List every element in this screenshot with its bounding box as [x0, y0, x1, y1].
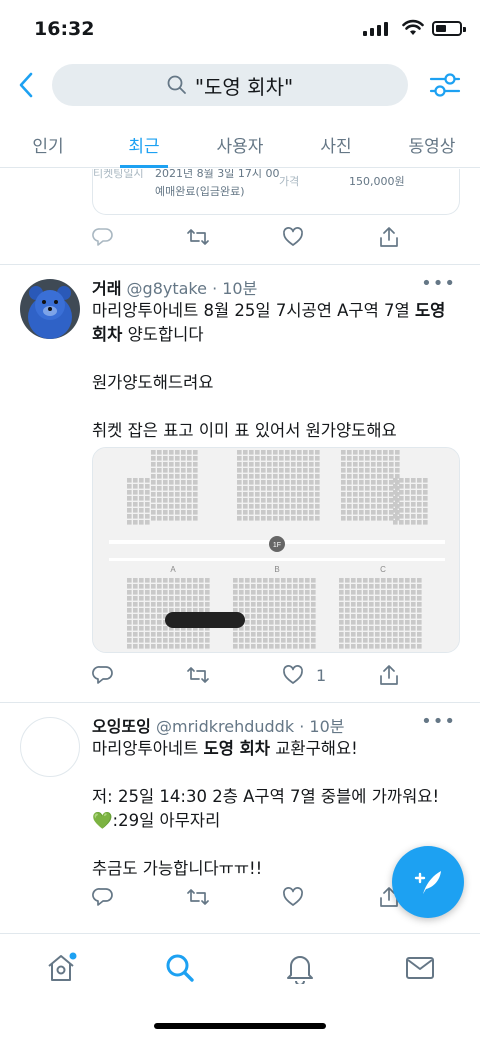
reply-icon	[92, 888, 113, 906]
bottom-tab-bar	[0, 933, 480, 1039]
tab-top[interactable]: 인기	[0, 118, 96, 167]
tweet-feed: 티켓팅일시 2021년 8월 3일 17시 00 예매완료(입금완료) 가격 1…	[0, 169, 480, 933]
heart-icon	[283, 887, 303, 906]
user-name[interactable]: 오잉또잉	[92, 717, 151, 736]
nav-messages[interactable]	[400, 948, 440, 988]
nav-notifications[interactable]	[280, 948, 320, 988]
tweet-time: 10분	[222, 279, 258, 298]
like-button[interactable]	[282, 223, 304, 251]
tab-latest[interactable]: 최근	[96, 118, 192, 168]
section-label-b: B	[274, 565, 279, 574]
user-name[interactable]: 거래	[92, 279, 121, 298]
more-options-icon[interactable]: •••	[421, 273, 456, 294]
tweet-actions: 1	[92, 661, 412, 689]
share-button[interactable]	[378, 661, 400, 689]
tweet-text-line	[92, 395, 464, 419]
status-bar: 16:32	[0, 0, 480, 58]
reply-button[interactable]	[92, 883, 114, 911]
tweet-card[interactable]: 거래 @g8ytake · 10분 ••• 마리앙투아네트 8월 25일 7시공…	[0, 265, 480, 702]
section-label-c: C	[380, 565, 386, 574]
ticket-info-card[interactable]: 티켓팅일시 2021년 8월 3일 17시 00 예매완료(입금완료) 가격 1…	[92, 169, 460, 215]
tweet-text-line: 취켓 잡은 표고 이미 표 있어서 원가양도해요	[92, 421, 397, 440]
search-header: "도영 회차"	[0, 58, 480, 114]
tweet-header: 오잉또잉 @mridkrehduddk · 10분	[92, 717, 345, 736]
chevron-left-icon	[19, 72, 33, 98]
home-icon	[48, 952, 77, 981]
reply-icon	[92, 228, 113, 246]
cellular-signal-icon	[363, 22, 388, 36]
search-tabs: 인기 최근 사용자 사진 동영상	[0, 118, 480, 168]
reply-button[interactable]	[92, 661, 114, 689]
tweet-text: 마리앙투아네트 8월 25일 7시공연 A구역 7열 도영회차 양도합니다원가양…	[92, 299, 464, 443]
like-button[interactable]	[282, 883, 304, 911]
tweet-actions	[92, 883, 412, 911]
tweet-text-line	[92, 347, 464, 371]
nav-search[interactable]	[160, 948, 200, 988]
user-handle: @mridkrehduddk	[155, 717, 295, 736]
seating-chart: 1F A B C	[93, 448, 459, 652]
retweet-button[interactable]	[186, 883, 210, 911]
tweet-actions	[92, 223, 412, 251]
seating-chart-image[interactable]: 1F A B C	[92, 447, 460, 653]
retweet-button[interactable]	[186, 223, 210, 251]
card-label: 티켓팅일시	[93, 169, 144, 180]
user-handle: @g8ytake	[126, 279, 207, 298]
reply-icon	[92, 666, 113, 684]
card-price: 150,000원	[349, 175, 405, 188]
tweet-header: 거래 @g8ytake · 10분	[92, 279, 258, 298]
retweet-icon	[187, 889, 209, 905]
wifi-icon	[402, 19, 424, 35]
bell-icon	[287, 956, 313, 984]
blue-bear-avatar-image	[20, 279, 80, 339]
heart-icon	[283, 227, 303, 246]
card-datetime: 2021년 8월 3일 17시 00	[155, 169, 280, 180]
tweet-text-line: 저: 25일 14:30 2층 A구역 7열 중블에 가까워요!	[92, 787, 440, 806]
section-label-a: A	[170, 565, 176, 574]
mail-icon	[406, 957, 434, 979]
battery-icon	[432, 21, 466, 36]
search-input[interactable]: "도영 회차"	[52, 64, 408, 106]
tweet-text-line: 마리앙투아네트 8월 25일 7시공연 A구역 7열 도영	[92, 301, 446, 320]
floor-badge-label: 1F	[273, 542, 281, 549]
avatar[interactable]	[20, 279, 80, 339]
like-count: 1	[316, 665, 327, 685]
retweet-icon	[187, 667, 209, 683]
more-options-icon[interactable]: •••	[421, 711, 456, 732]
filter-sliders-icon[interactable]	[428, 68, 462, 102]
tweet-text-line: 원가양도해드려요	[92, 373, 214, 392]
tweet-time: 10분	[309, 717, 345, 736]
tweet-text-line: 회차 양도합니다	[92, 325, 204, 344]
search-query: "도영 회차"	[194, 74, 294, 99]
tweet-text-line: 마리앙투아네트 도영 회차 교환구해요!	[92, 739, 358, 758]
card-status: 예매완료(입금완료)	[155, 185, 245, 198]
card-price-label: 가격	[279, 175, 300, 188]
share-button[interactable]	[378, 223, 400, 251]
tab-photos[interactable]: 사진	[288, 118, 384, 167]
back-button[interactable]	[10, 68, 42, 102]
avatar[interactable]	[20, 717, 80, 777]
tweet-text-line: 💚:29일 아무자리	[92, 811, 221, 830]
retweet-icon	[187, 229, 209, 245]
retweet-button[interactable]	[186, 661, 210, 689]
like-button[interactable]: 1	[282, 661, 326, 689]
tab-people[interactable]: 사용자	[192, 118, 288, 167]
redaction-bar	[165, 612, 245, 628]
compose-feather-icon	[414, 871, 441, 894]
tab-videos[interactable]: 동영상	[384, 118, 480, 167]
reply-button[interactable]	[92, 223, 114, 251]
status-time: 16:32	[34, 18, 95, 40]
aisle	[109, 558, 445, 561]
share-icon	[380, 227, 398, 247]
search-icon	[166, 954, 194, 982]
search-icon	[167, 75, 186, 94]
compose-tweet-button[interactable]	[392, 846, 464, 918]
nav-home[interactable]	[41, 948, 81, 988]
tweet-text-line	[92, 761, 464, 785]
home-indicator	[154, 1023, 326, 1029]
heart-icon	[283, 665, 303, 684]
share-icon	[380, 665, 398, 685]
